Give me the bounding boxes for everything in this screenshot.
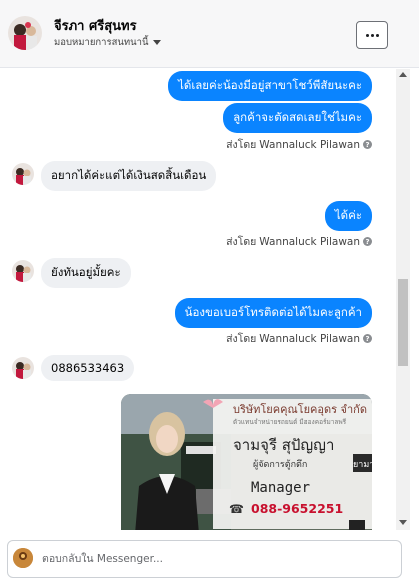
card-position-en: Manager [251, 480, 310, 496]
reply-composer[interactable] [7, 540, 402, 578]
help-icon[interactable]: ? [363, 334, 372, 343]
outgoing-message[interactable]: ได้เลยค่ะน้องมีอยู่สาขาโชว์พีสัยนะคะ [168, 71, 372, 101]
incoming-message[interactable]: ยังทันอยู่มั้ยคะ [41, 258, 131, 288]
contact-avatar-small [12, 357, 34, 379]
card-dealer-sign: ยามาฮ [353, 460, 372, 470]
more-dots-icon [365, 33, 369, 37]
scroll-up-icon[interactable] [399, 72, 407, 77]
contact-avatar-small [12, 163, 34, 185]
outgoing-message[interactable]: น้องขอเบอร์โทรติดต่อได้ไมคะลูกค้า [174, 298, 372, 328]
card-subtitle: ตัวแทนจำหน่ายรถยนต์ มีฮองคอร์มาลพรี [233, 418, 347, 426]
conversation-header: จีรภา ศรีสุนทร มอบหมายการสนทนานี้ [0, 0, 419, 68]
sent-by-name: Wannaluck Pilawan [259, 235, 360, 248]
sent-by-prefix: ส่งโดย [226, 333, 257, 345]
page-avatar [13, 548, 33, 568]
message-thread: ได้เลยค่ะน้องมีอยู่สาขาโชว์พีสัยนะคะ ลูก… [0, 69, 396, 530]
scroll-down-icon[interactable] [399, 520, 407, 525]
sent-by-prefix: ส่งโดย [226, 236, 257, 248]
card-person-name: จามจุรี สุปัญญา [233, 436, 334, 455]
sent-by-label: ส่งโดย Wannaluck Pilawan ? [226, 233, 372, 250]
help-icon[interactable]: ? [363, 237, 372, 246]
caret-down-icon [152, 40, 161, 45]
outgoing-message[interactable]: ลูกค้าจะตัดสดเลยใช่ไมคะ [223, 103, 372, 133]
outgoing-message[interactable]: ได้ค่ะ [324, 201, 372, 231]
reply-input[interactable] [42, 551, 372, 567]
sent-by-label: ส่งโดย Wannaluck Pilawan ? [226, 330, 372, 347]
sent-by-name: Wannaluck Pilawan [259, 332, 360, 345]
more-options-button[interactable] [356, 21, 388, 49]
svg-text:☎: ☎ [229, 502, 244, 516]
business-card-image[interactable]: บริษัทโยคคุณโยคอุดร จำกัด ตัวแทนจำหน่ายร… [121, 394, 372, 530]
card-company: บริษัทโยคคุณโยคอุดร จำกัด [233, 402, 367, 416]
sent-by-label: ส่งโดย Wannaluck Pilawan ? [226, 136, 372, 153]
sent-by-prefix: ส่งโดย [226, 139, 257, 151]
help-icon[interactable]: ? [363, 140, 372, 149]
incoming-message[interactable]: อยากได้ค่ะแต่ได้เงินสดสิ้นเดือน [41, 161, 217, 191]
contact-avatar-small [12, 260, 34, 282]
scrollbar-thumb[interactable] [398, 279, 408, 366]
assign-conversation-label: มอบหมายการสนทนานี้ [54, 37, 149, 48]
card-phone: 088-9652251 [251, 501, 343, 516]
contact-avatar[interactable] [8, 16, 42, 50]
incoming-message[interactable]: 0886533463 [41, 355, 135, 381]
sent-by-name: Wannaluck Pilawan [259, 138, 360, 151]
contact-name[interactable]: จีรภา ศรีสุนทร [54, 15, 137, 36]
assign-conversation-dropdown[interactable]: มอบหมายการสนทนานี้ [54, 35, 161, 50]
card-position-th: ผู้จัดการตู้กตึก [253, 459, 307, 470]
